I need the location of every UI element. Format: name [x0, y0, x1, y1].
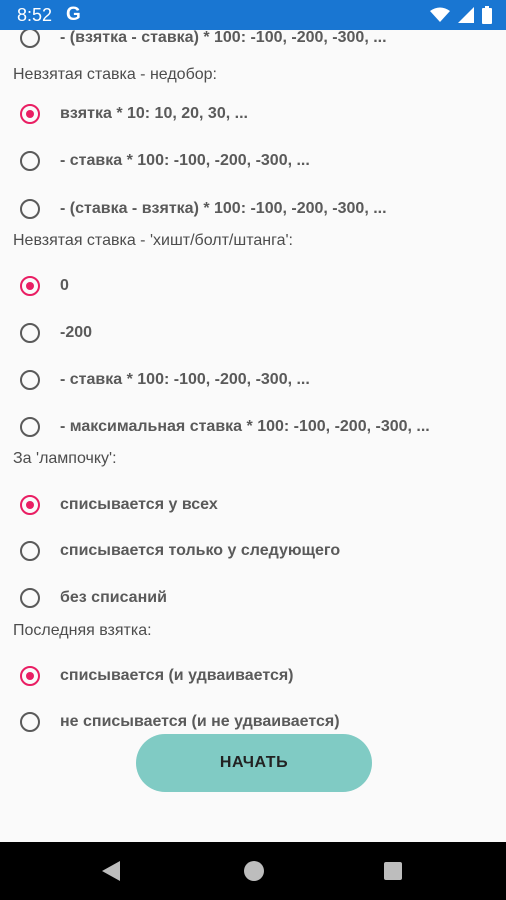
option-label: списывается у всех — [60, 496, 218, 513]
radio-button-checked[interactable] — [20, 495, 40, 515]
option-label: - максимальная ставка * 100: -100, -200,… — [60, 418, 430, 435]
option-label: списывается (и удваивается) — [60, 667, 294, 684]
status-time: 8:52 — [17, 5, 53, 25]
option-label: - (ставка - взятка) * 100: -100, -200, -… — [60, 200, 387, 217]
radio-option-partial[interactable]: - (взятка - ставка) * 100: -100, -200, -… — [20, 30, 490, 58]
radio-button[interactable] — [20, 417, 40, 437]
option-label: -200 — [60, 324, 93, 341]
radio-button[interactable] — [20, 151, 40, 171]
settings-list[interactable]: - (взятка - ставка) * 100: -100, -200, -… — [0, 30, 506, 842]
radio-button[interactable] — [20, 588, 40, 608]
radio-option[interactable]: -200 — [20, 313, 490, 353]
battery-icon — [482, 6, 492, 24]
radio-button[interactable] — [20, 541, 40, 561]
status-bar: 8:52 G — [0, 0, 506, 30]
radio-button-checked[interactable] — [20, 666, 40, 686]
option-label: - ставка * 100: -100, -200, -300, ... — [60, 152, 310, 169]
radio-option[interactable]: списывается у всех — [20, 485, 490, 525]
recents-icon[interactable] — [384, 862, 402, 880]
option-label: - (взятка - ставка) * 100: -100, -200, -… — [60, 30, 387, 46]
section-title: Невзятая ставка - 'хишт/болт/штанга': — [13, 232, 293, 249]
option-label: не списывается (и не удваивается) — [60, 713, 340, 730]
radio-button[interactable] — [20, 199, 40, 219]
section-title: Невзятая ставка - недобор: — [13, 66, 217, 83]
wifi-icon — [430, 7, 450, 22]
radio-button[interactable] — [20, 370, 40, 390]
radio-option[interactable]: списывается только у следующего — [20, 531, 490, 571]
radio-button[interactable] — [20, 323, 40, 343]
google-icon: G — [66, 4, 81, 25]
radio-option[interactable]: 0 — [20, 266, 490, 306]
radio-button[interactable] — [20, 712, 40, 732]
radio-option[interactable]: - ставка * 100: -100, -200, -300, ... — [20, 141, 490, 181]
navigation-bar — [0, 842, 506, 900]
section-title: За 'лампочку': — [13, 450, 117, 467]
radio-option[interactable]: без списаний — [20, 578, 490, 618]
option-label: взятка * 10: 10, 20, 30, ... — [60, 105, 248, 122]
status-icons — [430, 6, 492, 24]
radio-option[interactable]: - ставка * 100: -100, -200, -300, ... — [20, 360, 490, 400]
radio-option[interactable]: - максимальная ставка * 100: -100, -200,… — [20, 407, 490, 447]
home-icon[interactable] — [244, 861, 264, 881]
option-label: списывается только у следующего — [60, 542, 341, 559]
start-button[interactable]: НАЧАТЬ — [136, 734, 372, 792]
radio-option[interactable]: взятка * 10: 10, 20, 30, ... — [20, 94, 490, 134]
radio-option[interactable]: списывается (и удваивается) — [20, 656, 490, 696]
section-title: Последняя взятка: — [13, 622, 152, 639]
signal-icon — [458, 7, 474, 23]
option-label: - ставка * 100: -100, -200, -300, ... — [60, 371, 310, 388]
radio-option[interactable]: - (ставка - взятка) * 100: -100, -200, -… — [20, 189, 490, 229]
radio-button-checked[interactable] — [20, 104, 40, 124]
radio-button-checked[interactable] — [20, 276, 40, 296]
option-label: 0 — [60, 277, 69, 294]
radio-button[interactable] — [20, 30, 40, 48]
back-icon[interactable] — [102, 861, 120, 881]
option-label: без списаний — [60, 589, 167, 606]
